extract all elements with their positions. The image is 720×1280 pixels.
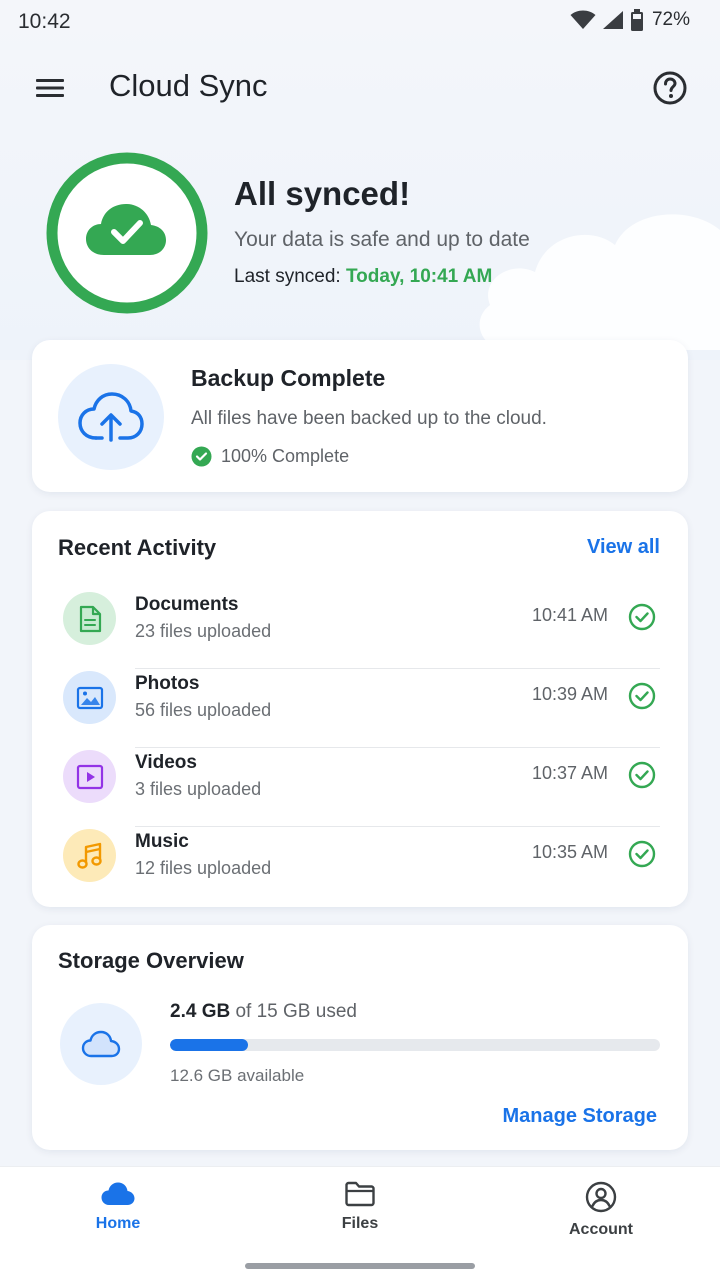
hamburger-menu-icon [36,79,64,97]
activity-list: Documents 23 files uploaded 10:41 AM Pho… [32,590,688,906]
backup-status-text: 100% Complete [221,446,350,466]
manage-storage-button[interactable]: Manage Storage [503,1105,657,1128]
activity-time: 10:35 AM [531,842,608,862]
view-all-link[interactable]: View all [587,536,660,559]
activity-name: Music [135,831,189,852]
cloud-home-icon [101,1182,135,1205]
recent-activity-title: Recent Activity [58,535,217,560]
storage-used-value: 2.4 GB [170,1001,231,1022]
activity-detail: 56 files uploaded [135,700,272,720]
account-circle-icon [585,1181,617,1213]
video-icon [76,764,103,789]
activity-item-photos[interactable]: Photos 56 files uploaded 10:39 AM [32,669,688,748]
battery-percentage: 72% [651,9,690,30]
activity-item-music[interactable]: Music 12 files uploaded 10:35 AM [32,827,688,906]
storage-available: 12.6 GB available [170,1066,305,1085]
menu-button[interactable] [24,68,76,108]
storage-overview-title: Storage Overview [58,948,244,973]
storage-used-suffix: of 15 GB used [230,1001,357,1022]
activity-detail: 23 files uploaded [135,621,272,641]
activity-name: Documents [135,594,239,615]
backup-card: Backup Complete All files have been back… [32,340,688,492]
check-circle-icon [191,446,212,467]
activity-name: Photos [135,673,200,694]
bottom-navigation: Home Files Account [0,1166,720,1280]
check-circle-outline-icon [628,603,656,631]
cloud-upload-icon [78,392,144,442]
activity-name: Videos [135,752,197,773]
storage-progress-fill [170,1039,249,1051]
image-icon [76,686,103,709]
activity-time: 10:39 AM [531,684,608,704]
battery-icon [630,9,643,31]
check-circle-outline-icon [628,761,656,789]
app-bar: Cloud Sync [0,58,720,118]
storage-overview-card: Storage Overview 2.4 GB of 15 GB used 12… [32,925,688,1150]
sync-status-title: All synced! [234,175,411,212]
music-icon-container [63,829,116,882]
activity-item-documents[interactable]: Documents 23 files uploaded 10:41 AM [32,590,688,669]
music-note-icon [76,842,102,869]
cellular-signal-icon [602,11,623,29]
backup-status: 100% Complete [191,446,349,467]
storage-used: 2.4 GB of 15 GB used [170,1001,357,1023]
nav-files-label: Files [341,1215,379,1232]
wifi-icon [570,10,596,29]
sync-status-subtitle: Your data is safe and up to date [234,228,530,251]
activity-detail: 12 files uploaded [135,858,272,878]
activity-detail: 3 files uploaded [135,779,262,799]
photos-icon-container [63,671,116,724]
activity-item-videos[interactable]: Videos 3 files uploaded 10:37 AM [32,748,688,827]
backup-title: Backup Complete [191,365,386,391]
last-synced-value: Today, 10:41 AM [345,266,493,287]
nav-account[interactable]: Account [526,1181,676,1251]
nav-files[interactable]: Files [285,1181,435,1251]
folder-icon [345,1181,375,1207]
sync-status-ring [46,152,208,314]
help-icon [653,71,687,105]
status-time: 10:42 [18,10,71,33]
document-icon [79,605,101,632]
status-indicators: 72% [570,9,690,31]
videos-icon-container [63,750,116,803]
storage-progress-bar [170,1039,660,1051]
check-circle-outline-icon [628,682,656,710]
last-synced: Last synced: Today, 10:41 AM [234,266,492,288]
app-title: Cloud Sync [109,68,268,103]
recent-activity-card: Recent Activity View all Documents 23 fi… [32,511,688,907]
cloud-icon [81,1030,121,1058]
help-button[interactable] [648,66,692,110]
last-synced-label: Last synced: [234,266,346,287]
status-bar: 10:42 72% [0,0,720,46]
activity-time: 10:41 AM [531,605,608,625]
activity-time: 10:37 AM [531,763,608,783]
backup-icon-container [58,364,164,470]
documents-icon-container [63,592,116,645]
check-circle-outline-icon [628,840,656,868]
backup-description: All files have been backed up to the clo… [191,408,547,429]
nav-home[interactable]: Home [43,1181,193,1251]
storage-icon-container [60,1003,142,1085]
gesture-home-indicator[interactable] [245,1263,475,1269]
decorative-cloud-icon [479,214,720,350]
nav-home-label: Home [95,1215,141,1232]
nav-account-label: Account [569,1221,633,1238]
